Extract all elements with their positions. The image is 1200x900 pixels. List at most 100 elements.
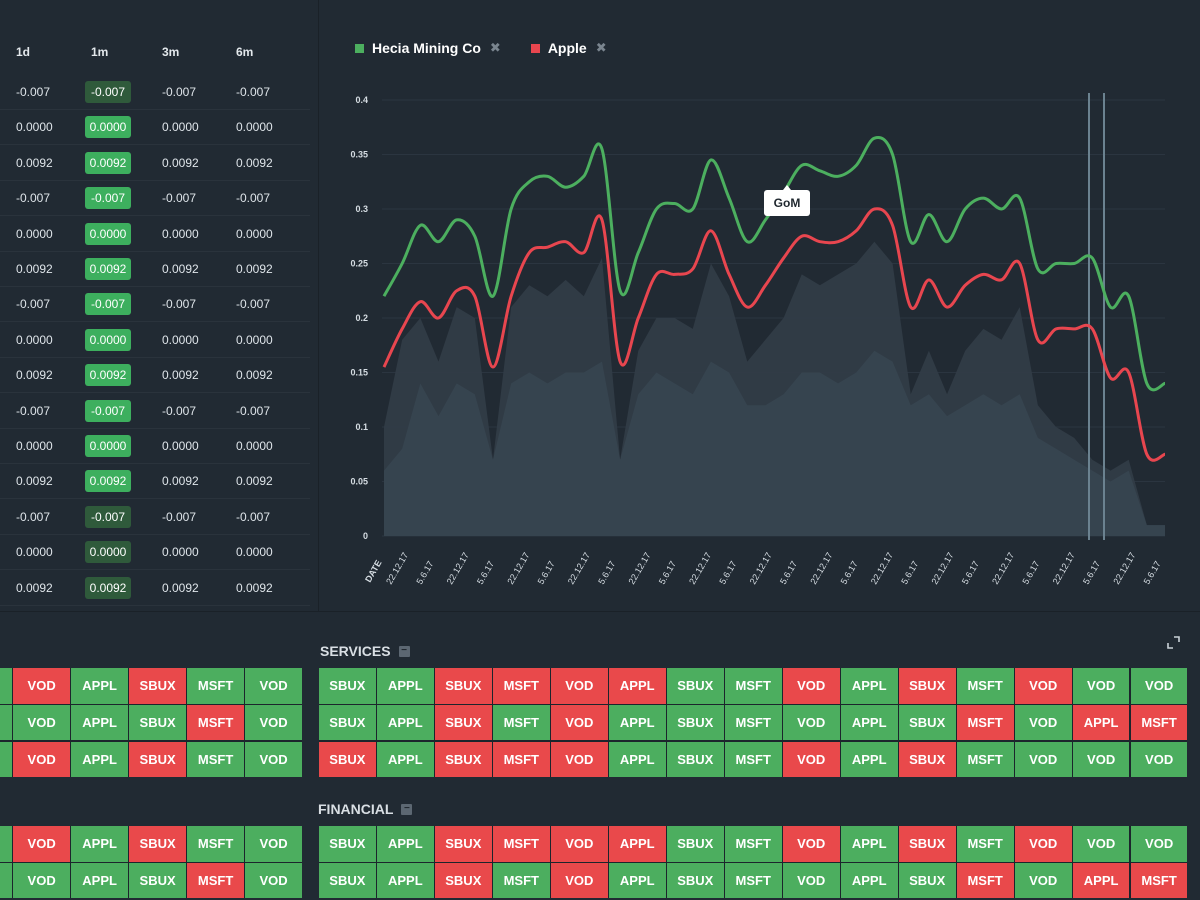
ticker-cell[interactable]: VOD — [1130, 741, 1188, 778]
ticker-cell[interactable]: VOD — [782, 826, 840, 862]
ticker-cell[interactable]: MSFT — [724, 826, 782, 862]
ticker-cell[interactable]: MSFT — [956, 668, 1014, 704]
ticker-cell[interactable]: VOD — [782, 668, 840, 704]
ticker-cell[interactable]: MSFT — [956, 741, 1014, 778]
table-row[interactable]: 0.0000 0.0000 0.0000 0.0000 — [0, 110, 310, 146]
table-row[interactable]: -0.007 -0.007 -0.007 -0.007 — [0, 75, 310, 110]
ticker-cell[interactable]: VOD — [13, 741, 70, 778]
column-header-1d[interactable]: 1d — [16, 45, 30, 59]
ticker-cell[interactable]: SBUX — [319, 826, 376, 862]
ticker-cell[interactable]: VOD — [1014, 862, 1072, 899]
ticker-cell[interactable]: SBUX — [129, 668, 186, 704]
table-row[interactable]: 0.0092 0.0092 0.0092 0.0092 — [0, 252, 310, 287]
ticker-cell[interactable]: SBUX — [434, 826, 492, 862]
ticker-cell[interactable]: VOD — [245, 862, 302, 899]
ticker-cell[interactable]: MSFT — [724, 862, 782, 899]
ticker-cell[interactable]: VOD — [782, 862, 840, 899]
table-row[interactable]: 0.0092 0.0092 0.0092 0.0092 — [0, 464, 310, 500]
ticker-cell[interactable]: APPL — [1072, 862, 1130, 899]
table-row[interactable]: 0.0000 0.0000 0.0000 0.0000 — [0, 323, 310, 358]
ticker-cell[interactable]: SBUX — [898, 704, 956, 741]
ticker-cell[interactable]: VOD — [13, 704, 70, 741]
ticker-cell[interactable]: VOD — [1130, 826, 1188, 862]
ticker-cell[interactable]: SBUX — [319, 704, 376, 741]
column-header-3m[interactable]: 3m — [162, 45, 179, 59]
ticker-cell[interactable]: VOD — [1014, 826, 1072, 862]
table-row[interactable]: 0.0000 0.0000 0.0000 0.0000 — [0, 535, 310, 571]
collapse-button[interactable]: − — [401, 803, 413, 815]
ticker-cell[interactable]: SBUX — [898, 668, 956, 704]
ticker-cell[interactable]: SBUX — [434, 862, 492, 899]
column-header-6m[interactable]: 6m — [236, 45, 253, 59]
ticker-cell[interactable] — [0, 826, 12, 862]
ticker-cell[interactable]: MSFT — [187, 862, 244, 899]
ticker-cell[interactable]: VOD — [1014, 668, 1072, 704]
ticker-cell[interactable]: SBUX — [434, 741, 492, 778]
ticker-cell[interactable]: APPL — [376, 668, 434, 704]
ticker-cell[interactable]: APPL — [840, 741, 898, 778]
ticker-cell[interactable]: SBUX — [129, 862, 186, 899]
expand-icon[interactable] — [1167, 636, 1180, 649]
ticker-cell[interactable]: APPL — [840, 668, 898, 704]
column-header-1m[interactable]: 1m — [91, 45, 108, 59]
ticker-cell[interactable]: SBUX — [898, 862, 956, 899]
ticker-cell[interactable]: APPL — [71, 704, 128, 741]
ticker-cell[interactable]: APPL — [71, 826, 128, 862]
ticker-cell[interactable]: SBUX — [666, 741, 724, 778]
ticker-cell[interactable]: VOD — [13, 668, 70, 704]
ticker-cell[interactable]: APPL — [1072, 704, 1130, 741]
table-row[interactable]: -0.007 -0.007 -0.007 -0.007 — [0, 181, 310, 217]
ticker-cell[interactable]: SBUX — [666, 668, 724, 704]
ticker-cell[interactable]: VOD — [1014, 704, 1072, 741]
ticker-cell[interactable]: SBUX — [319, 741, 376, 778]
table-row[interactable]: -0.007 -0.007 -0.007 -0.007 — [0, 500, 310, 535]
ticker-cell[interactable]: APPL — [71, 862, 128, 899]
ticker-cell[interactable]: SBUX — [434, 704, 492, 741]
ticker-cell[interactable]: VOD — [550, 704, 608, 741]
ticker-cell[interactable]: MSFT — [187, 668, 244, 704]
ticker-cell[interactable]: APPL — [840, 704, 898, 741]
table-row[interactable]: 0.0092 0.0092 0.0092 0.0092 — [0, 571, 310, 606]
ticker-cell[interactable]: MSFT — [187, 826, 244, 862]
ticker-cell[interactable]: MSFT — [724, 668, 782, 704]
ticker-cell[interactable]: MSFT — [724, 741, 782, 778]
ticker-cell[interactable] — [0, 741, 12, 778]
ticker-cell[interactable]: SBUX — [434, 668, 492, 704]
ticker-cell[interactable] — [0, 668, 12, 704]
ticker-cell[interactable]: VOD — [245, 704, 302, 741]
ticker-cell[interactable]: VOD — [782, 741, 840, 778]
ticker-cell[interactable]: SBUX — [319, 862, 376, 899]
ticker-cell[interactable]: VOD — [1072, 741, 1130, 778]
ticker-cell[interactable]: APPL — [608, 826, 666, 862]
ticker-cell[interactable]: MSFT — [956, 826, 1014, 862]
table-row[interactable]: -0.007 -0.007 -0.007 -0.007 — [0, 394, 310, 429]
ticker-cell[interactable]: APPL — [608, 704, 666, 741]
ticker-cell[interactable]: MSFT — [492, 826, 550, 862]
ticker-cell[interactable]: MSFT — [724, 704, 782, 741]
ticker-cell[interactable]: APPL — [71, 741, 128, 778]
ticker-cell[interactable]: APPL — [840, 862, 898, 899]
ticker-cell[interactable]: SBUX — [129, 741, 186, 778]
ticker-cell[interactable]: VOD — [245, 826, 302, 862]
ticker-cell[interactable]: APPL — [608, 862, 666, 899]
ticker-cell[interactable] — [0, 704, 12, 741]
table-row[interactable]: 0.0000 0.0000 0.0000 0.0000 — [0, 429, 310, 464]
ticker-cell[interactable]: SBUX — [666, 862, 724, 899]
ticker-cell[interactable]: VOD — [1072, 826, 1130, 862]
line-chart[interactable]: 00.050.10.150.20.250.30.350.4DATE 22.12.1… — [319, 0, 1200, 611]
ticker-cell[interactable]: MSFT — [492, 741, 550, 778]
collapse-button[interactable]: − — [398, 645, 410, 657]
ticker-cell[interactable]: VOD — [550, 826, 608, 862]
table-row[interactable]: -0.007 -0.007 -0.007 -0.007 — [0, 287, 310, 323]
ticker-cell[interactable]: MSFT — [492, 704, 550, 741]
ticker-cell[interactable]: APPL — [376, 741, 434, 778]
ticker-cell[interactable]: SBUX — [898, 826, 956, 862]
ticker-cell[interactable]: VOD — [782, 704, 840, 741]
ticker-cell[interactable] — [0, 862, 12, 899]
table-row[interactable]: 0.0092 0.0092 0.0092 0.0092 — [0, 146, 310, 181]
ticker-cell[interactable]: SBUX — [666, 704, 724, 741]
ticker-cell[interactable]: SBUX — [129, 826, 186, 862]
ticker-cell[interactable]: MSFT — [492, 862, 550, 899]
ticker-cell[interactable]: SBUX — [319, 668, 376, 704]
ticker-cell[interactable]: VOD — [13, 862, 70, 899]
